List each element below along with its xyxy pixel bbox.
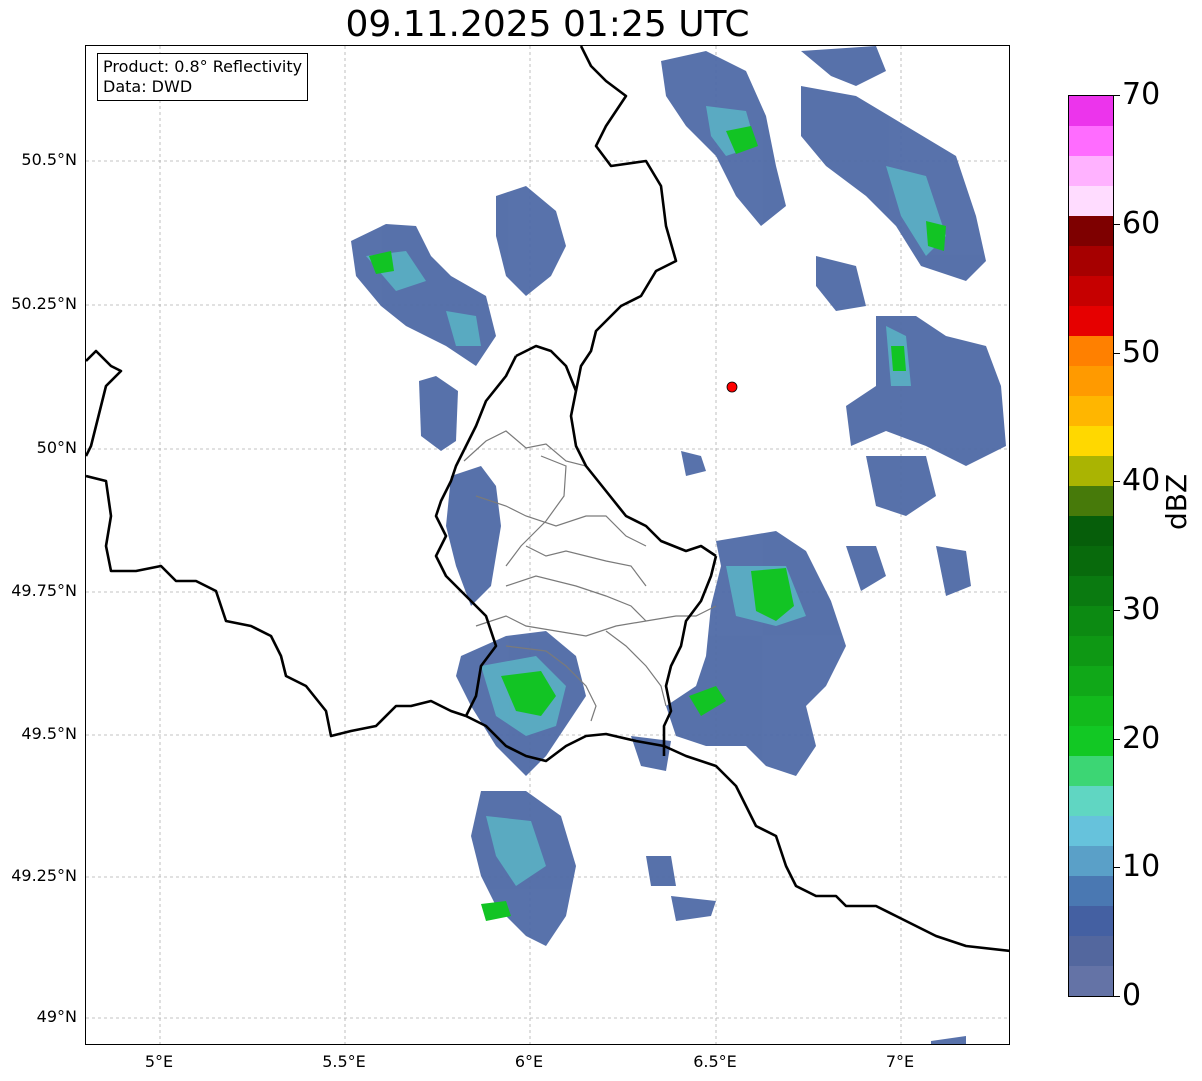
colorbar-tick (1114, 481, 1120, 482)
lon-label: 5°E (144, 1052, 174, 1071)
colorbar-label: 50 (1122, 335, 1161, 370)
colorbar-segment (1069, 605, 1113, 636)
lat-label: 50.5°N (21, 150, 77, 169)
lon-label: 7°E (885, 1052, 915, 1071)
colorbar-label: 10 (1122, 849, 1161, 884)
colorbar-segment (1069, 485, 1113, 516)
lon-label: 6°E (514, 1052, 544, 1071)
colorbar-segment (1069, 545, 1113, 576)
colorbar-tick (1114, 353, 1120, 354)
colorbar-segment (1069, 245, 1113, 276)
data-source-label: Data: DWD (103, 77, 193, 96)
colorbar-segment (1069, 185, 1113, 216)
lat-label: 50.25°N (11, 294, 77, 313)
colorbar-tick (1114, 867, 1120, 868)
colorbar-segment (1069, 695, 1113, 726)
colorbar-segment (1069, 665, 1113, 696)
colorbar-segment (1069, 875, 1113, 906)
radar-map (85, 45, 1010, 1045)
lon-label: 6.5°E (693, 1052, 737, 1071)
colorbar-segment (1069, 215, 1113, 246)
colorbar-segment (1069, 365, 1113, 396)
lat-label: 49.5°N (21, 724, 77, 743)
colorbar-tick (1114, 996, 1120, 997)
colorbar-label: 20 (1122, 721, 1161, 756)
colorbar-segment (1069, 515, 1113, 546)
colorbar-segment (1069, 395, 1113, 426)
colorbar-segment (1069, 335, 1113, 366)
colorbar-label: 40 (1122, 463, 1161, 498)
colorbar-unit: dBZ (1160, 473, 1193, 530)
colorbar-segment (1069, 155, 1113, 186)
colorbar-label: 0 (1122, 978, 1142, 1013)
colorbar-segment (1069, 845, 1113, 876)
colorbar-segment (1069, 905, 1113, 936)
colorbar-segment (1069, 455, 1113, 486)
colorbar-segment (1069, 755, 1113, 786)
lat-label: 49.25°N (11, 866, 77, 885)
colorbar-segment (1069, 635, 1113, 666)
colorbar-segment (1069, 95, 1113, 126)
lat-label: 49.75°N (11, 581, 77, 600)
colorbar-tick (1114, 610, 1120, 611)
map-canvas (86, 46, 1009, 1044)
lat-label: 50°N (36, 438, 77, 457)
colorbar-segment (1069, 575, 1113, 606)
colorbar-tick (1114, 224, 1120, 225)
product-label: Product: 0.8° Reflectivity (103, 57, 303, 76)
colorbar-segment (1069, 305, 1113, 336)
colorbar-segment (1069, 935, 1113, 966)
lat-label: 49°N (36, 1007, 77, 1026)
colorbar-tick (1114, 739, 1120, 740)
colorbar-tick (1114, 95, 1120, 96)
colorbar-segment (1069, 725, 1113, 756)
info-box: Product: 0.8° Reflectivity Data: DWD (97, 53, 309, 101)
colorbar-segment (1069, 785, 1113, 816)
colorbar-label: 60 (1122, 206, 1161, 241)
colorbar-segment (1069, 965, 1113, 996)
colorbar-segment (1069, 275, 1113, 306)
lon-label: 5.5°E (322, 1052, 366, 1071)
colorbar-label: 70 (1122, 77, 1161, 112)
colorbar-segment (1069, 815, 1113, 846)
colorbar-segment (1069, 125, 1113, 156)
colorbar-label: 30 (1122, 592, 1161, 627)
map-title: 09.11.2025 01:25 UTC (345, 4, 750, 45)
colorbar-segment (1069, 425, 1113, 456)
radar-site-marker (726, 381, 738, 393)
colorbar (1068, 95, 1114, 997)
